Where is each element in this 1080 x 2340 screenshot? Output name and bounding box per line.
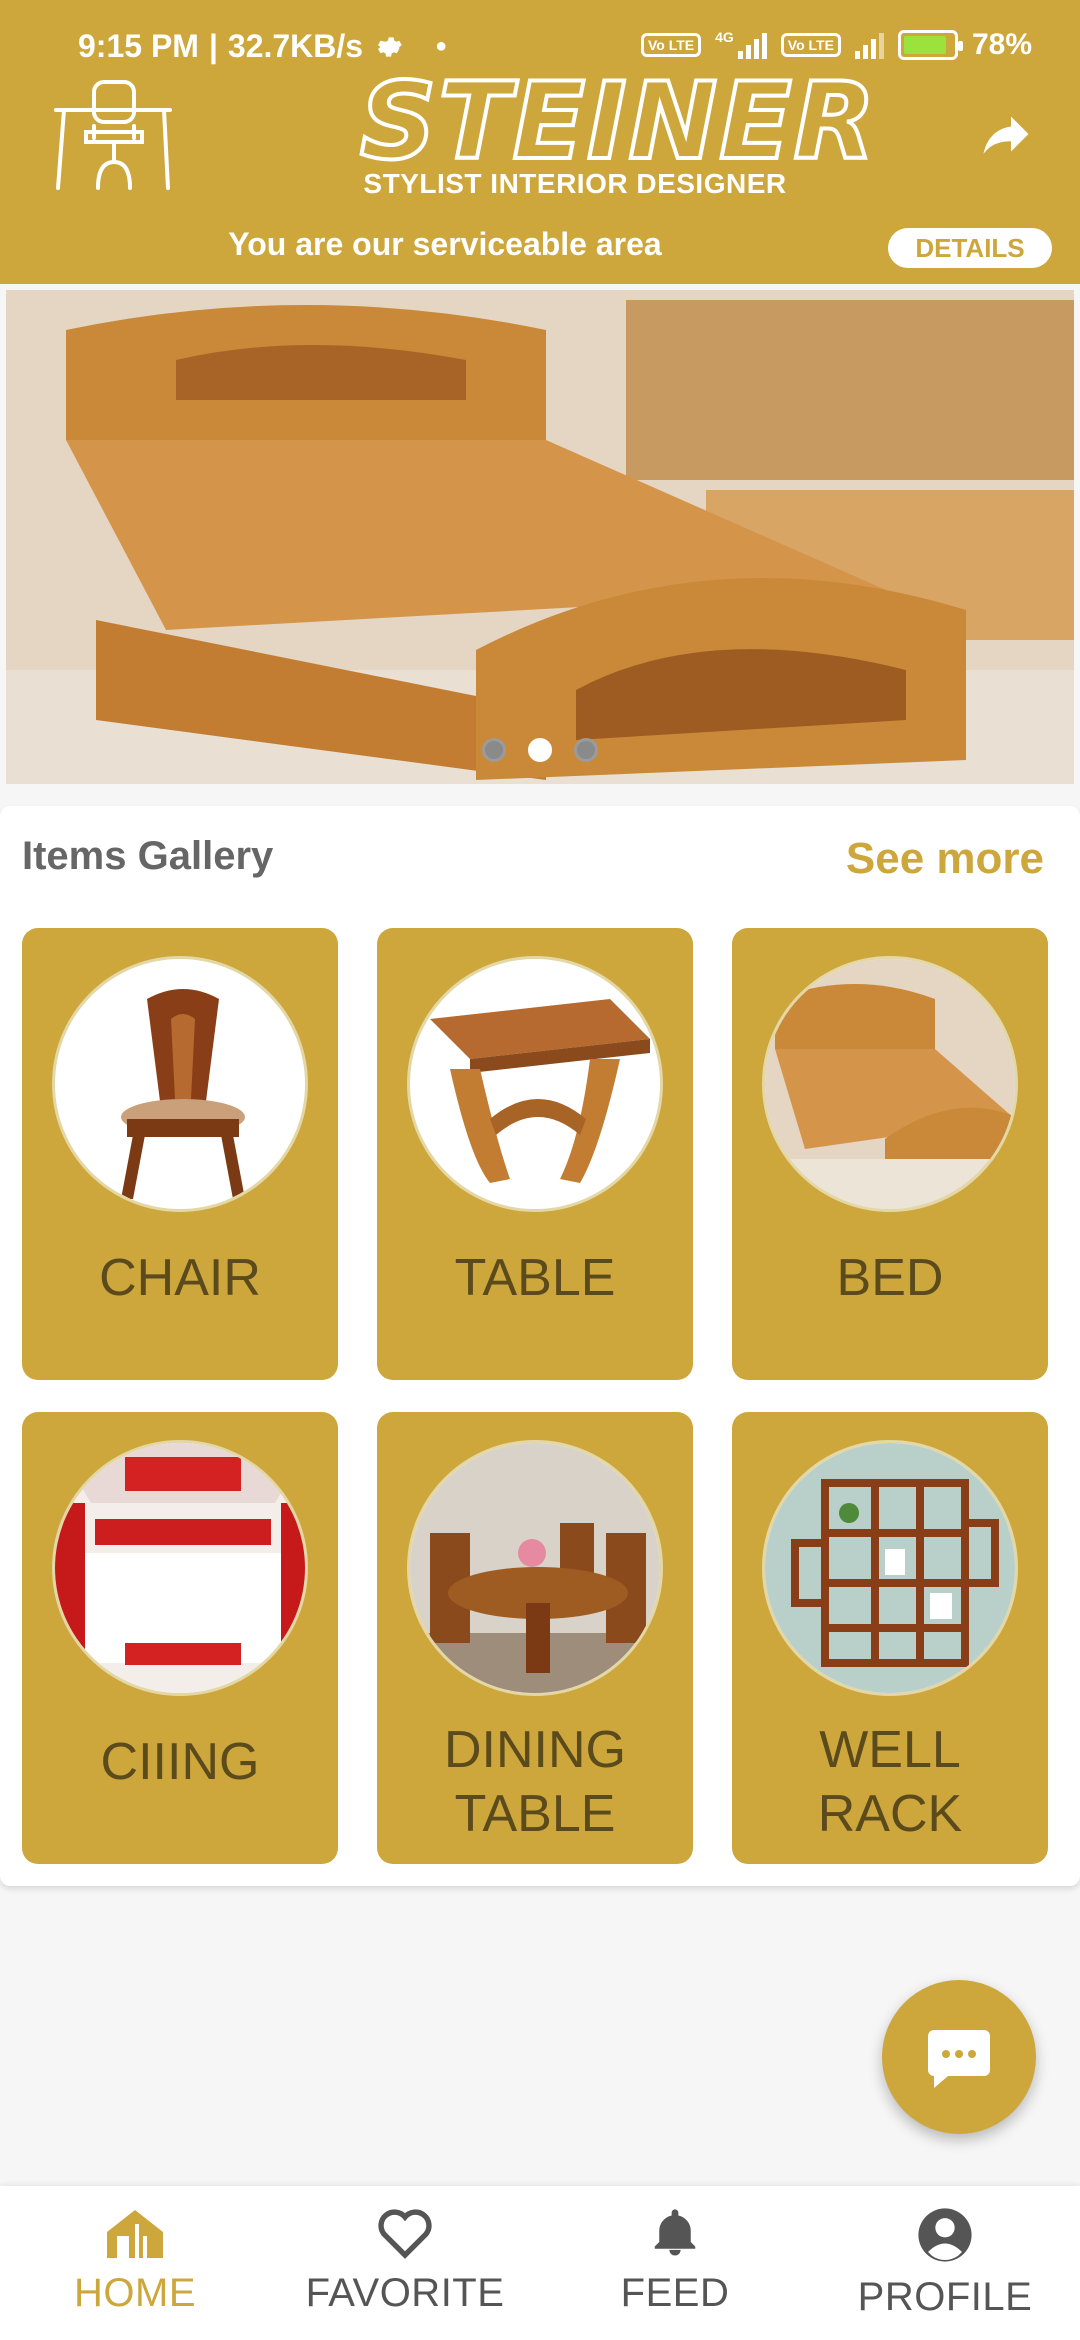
gallery-item-bed[interactable]: BED <box>732 928 1048 1380</box>
gallery-item-wall-rack[interactable]: WELL RACK <box>732 1412 1048 1864</box>
nav-profile-label: PROFILE <box>857 2275 1033 2319</box>
signal-icon <box>737 31 767 59</box>
gallery-item-label: TABLE <box>454 1249 616 1307</box>
share-icon[interactable] <box>976 104 1036 164</box>
nav-home-label: HOME <box>74 2271 196 2315</box>
nav-feed-label: FEED <box>620 2271 730 2315</box>
carousel-dot[interactable] <box>574 738 598 762</box>
network-type: 4G <box>715 29 734 45</box>
account-icon <box>918 2208 972 2262</box>
battery-icon <box>897 30 963 60</box>
carousel-dot-active[interactable] <box>528 738 552 762</box>
wall-rack-image <box>762 1440 1018 1696</box>
gallery-item-label: BED <box>836 1249 944 1307</box>
gallery-item-table[interactable]: TABLE <box>377 928 693 1380</box>
gallery-title: Items Gallery <box>22 834 274 878</box>
chair-image <box>52 956 308 1212</box>
brand-name: STEINER <box>358 60 878 183</box>
signal-icon-2 <box>854 31 884 59</box>
carousel-indicator <box>6 738 1074 762</box>
nav-favorite[interactable]: FAVORITE <box>285 2206 525 2316</box>
nav-home[interactable]: HOME <box>15 2206 255 2316</box>
volte-icon-2: Vo LTE <box>780 33 841 57</box>
chat-icon <box>928 2030 990 2088</box>
items-gallery-card: Items Gallery See more CHAIR TABLE BED C… <box>0 806 1080 1886</box>
gallery-item-ceiling[interactable]: CIIING <box>22 1412 338 1864</box>
heart-icon <box>378 2209 432 2259</box>
status-net-speed: 32.7KB/s <box>227 28 364 64</box>
see-more-link[interactable]: See more <box>846 834 1044 884</box>
brand-tagline: STYLIST INTERIOR DESIGNER <box>363 168 787 199</box>
brand-logo: STEINER STYLIST INTERIOR DESIGNER <box>358 60 878 200</box>
bell-icon <box>654 2209 696 2256</box>
nav-profile[interactable]: PROFILE <box>825 2206 1065 2320</box>
chat-button[interactable] <box>882 1980 1036 2134</box>
gallery-item-label-line1: WELL <box>819 1721 961 1779</box>
volte-icon: Vo LTE <box>640 33 702 57</box>
notification-dot-icon: ● <box>435 35 448 57</box>
gallery-item-label-line2: RACK <box>817 1785 963 1843</box>
carousel-dot[interactable] <box>482 738 506 762</box>
settings-icon <box>378 36 402 57</box>
gallery-item-label-line2: TABLE <box>454 1785 616 1843</box>
chair-desk-logo-icon <box>54 80 172 190</box>
gallery-item-label: CIIING <box>100 1733 260 1791</box>
banner-carousel[interactable] <box>6 290 1074 784</box>
app-header: 9:15 PM | 32.7KB/s ● Vo LTE 4G Vo LTE 78… <box>0 0 1080 284</box>
nav-favorite-label: FAVORITE <box>305 2271 505 2315</box>
table-image <box>407 956 663 1212</box>
service-area-text: You are our serviceable area <box>228 226 662 262</box>
ceiling-image <box>52 1440 308 1696</box>
dining-table-image <box>407 1440 663 1696</box>
home-icon <box>107 2210 163 2258</box>
gallery-item-chair[interactable]: CHAIR <box>22 928 338 1380</box>
bottom-navigation: HOME FAVORITE FEED PROFILE <box>0 2186 1080 2340</box>
banner-bed-image <box>6 290 1074 784</box>
nav-feed[interactable]: FEED <box>555 2206 795 2316</box>
status-time: 9:15 PM <box>78 28 199 64</box>
bed-image <box>762 956 1018 1212</box>
gallery-item-dining-table[interactable]: DINING TABLE <box>377 1412 693 1864</box>
details-button[interactable]: DETAILS <box>888 228 1052 268</box>
battery-percent: 78% <box>971 28 1032 61</box>
gallery-item-label-line1: DINING <box>444 1721 626 1779</box>
gallery-item-label: CHAIR <box>99 1249 261 1307</box>
